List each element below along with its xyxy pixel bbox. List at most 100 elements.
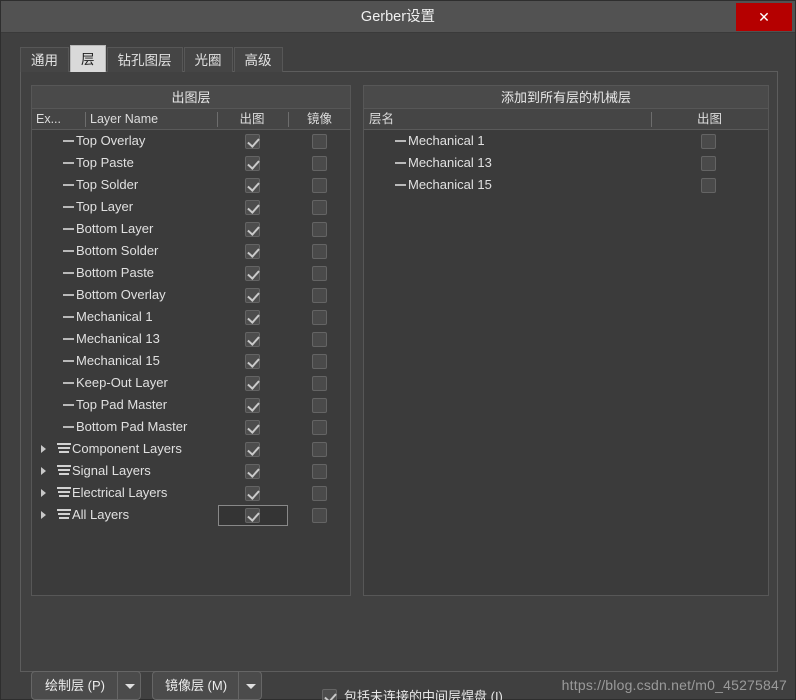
tab-4[interactable]: 高级 — [233, 47, 283, 72]
plot-checkbox[interactable] — [245, 310, 260, 325]
plot-checkbox[interactable] — [245, 464, 260, 479]
mirror-checkbox[interactable] — [312, 398, 327, 413]
plot-layers-button-label: 绘制层 (P) — [45, 678, 105, 693]
mirror-checkbox[interactable] — [312, 442, 327, 457]
tab-0[interactable]: 通用 — [20, 47, 69, 72]
tab-1[interactable]: 层 — [70, 45, 106, 72]
mirror-checkbox[interactable] — [312, 376, 327, 391]
layer-dash-icon — [63, 382, 74, 384]
table-row[interactable]: Bottom Overlay — [32, 284, 350, 306]
table-row[interactable]: Component Layers — [32, 438, 350, 460]
plot-checkbox[interactable] — [245, 134, 260, 149]
expand-triangle-icon[interactable] — [41, 489, 46, 497]
table-row[interactable]: Mechanical 13 — [32, 328, 350, 350]
table-row[interactable]: Mechanical 15 — [32, 350, 350, 372]
mirror-checkbox[interactable] — [312, 464, 327, 479]
close-icon[interactable]: ✕ — [736, 3, 792, 31]
column-divider[interactable] — [85, 112, 86, 127]
mirror-checkbox[interactable] — [312, 288, 327, 303]
layer-name-label: Mechanical 15 — [408, 177, 492, 192]
table-row[interactable]: Top Overlay — [32, 130, 350, 152]
table-row[interactable]: Bottom Layer — [32, 218, 350, 240]
mirror-checkbox[interactable] — [312, 200, 327, 215]
layer-name-label: Keep-Out Layer — [76, 375, 168, 390]
include-unconnected-pads-checkbox[interactable] — [322, 689, 337, 700]
plot-checkbox[interactable] — [245, 332, 260, 347]
gerber-setup-dialog: Gerber设置 ✕ 通用层钻孔图层 光圈 高级 出图层 Ex... Layer N… — [0, 0, 796, 700]
tab-2[interactable]: 钻孔图层 — [106, 47, 183, 72]
mirror-checkbox[interactable] — [312, 486, 327, 501]
table-row[interactable]: Bottom Solder — [32, 240, 350, 262]
table-row[interactable]: Bottom Pad Master — [32, 416, 350, 438]
expand-triangle-icon[interactable] — [41, 467, 46, 475]
table-row[interactable]: Bottom Paste — [32, 262, 350, 284]
mirror-checkbox[interactable] — [312, 354, 327, 369]
plot-checkbox[interactable] — [245, 354, 260, 369]
include-unconnected-pads-label: 包括未连接的中间层焊盘 (I) — [344, 689, 503, 700]
table-row[interactable]: Top Layer — [32, 196, 350, 218]
title-bar: Gerber设置 ✕ — [1, 1, 795, 33]
tab-3[interactable]: 光圈 — [183, 47, 233, 72]
plot-checkbox[interactable] — [245, 222, 260, 237]
plot-checkbox[interactable] — [701, 156, 716, 171]
table-row[interactable]: Mechanical 1 — [364, 130, 768, 152]
mirror-checkbox[interactable] — [312, 244, 327, 259]
mirror-checkbox[interactable] — [312, 156, 327, 171]
layer-dash-icon — [63, 272, 74, 274]
tab-page-layers: 出图层 Ex... Layer Name 出图 镜像 Top Overlay To… — [20, 71, 778, 700]
plot-checkbox[interactable] — [245, 442, 260, 457]
mirror-checkbox[interactable] — [312, 310, 327, 325]
table-row[interactable]: All Layers — [32, 504, 350, 526]
column-header-plot[interactable]: 出图 — [652, 109, 767, 130]
table-row[interactable]: Mechanical 15 — [364, 174, 768, 196]
plot-checkbox[interactable] — [245, 266, 260, 281]
plot-checkbox[interactable] — [701, 178, 716, 193]
plot-checkbox[interactable] — [245, 376, 260, 391]
mirror-checkbox[interactable] — [312, 508, 327, 523]
plot-checkbox[interactable] — [245, 156, 260, 171]
layer-dash-icon — [63, 404, 74, 406]
plot-layers-dropdown-arrow-icon[interactable] — [117, 672, 140, 699]
mirror-layers-button[interactable]: 镜像层 (M) — [152, 671, 262, 700]
plot-checkbox[interactable] — [245, 244, 260, 259]
window-title: Gerber设置 — [360, 9, 436, 25]
plot-checkbox[interactable] — [245, 398, 260, 413]
table-row[interactable]: Top Pad Master — [32, 394, 350, 416]
watermark-text: https://blog.csdn.net/m0_45275847 — [561, 677, 787, 693]
mirror-checkbox[interactable] — [312, 266, 327, 281]
plot-checkbox[interactable] — [245, 486, 260, 501]
layer-name-label: Mechanical 1 — [408, 133, 485, 148]
mirror-layers-dropdown-arrow-icon[interactable] — [238, 672, 261, 699]
layer-dash-icon — [63, 360, 74, 362]
table-row[interactable]: Top Paste — [32, 152, 350, 174]
column-header-exclude[interactable]: Ex... — [36, 109, 84, 130]
plot-checkbox[interactable] — [245, 420, 260, 435]
column-header-plot[interactable]: 出图 — [218, 109, 286, 130]
plot-layers-button[interactable]: 绘制层 (P) — [31, 671, 141, 700]
table-row[interactable]: Signal Layers — [32, 460, 350, 482]
plot-checkbox[interactable] — [245, 508, 260, 523]
plot-checkbox[interactable] — [245, 200, 260, 215]
column-header-layer-name[interactable]: Layer Name — [90, 109, 214, 130]
plot-checkbox[interactable] — [245, 178, 260, 193]
mirror-checkbox[interactable] — [312, 332, 327, 347]
layer-stack-icon — [57, 465, 71, 477]
mirror-checkbox[interactable] — [312, 222, 327, 237]
table-row[interactable]: Mechanical 13 — [364, 152, 768, 174]
mirror-checkbox[interactable] — [312, 420, 327, 435]
mechanical-layers-list: Mechanical 1 Mechanical 13 Mechanical 15 — [364, 130, 768, 196]
expand-triangle-icon[interactable] — [41, 445, 46, 453]
column-header-mirror[interactable]: 镜像 — [289, 109, 350, 130]
column-header-layer-name[interactable]: 层名 — [369, 109, 649, 130]
table-row[interactable]: Keep-Out Layer — [32, 372, 350, 394]
plot-layers-panel: 出图层 Ex... Layer Name 出图 镜像 Top Overlay To… — [31, 85, 351, 596]
mirror-checkbox[interactable] — [312, 134, 327, 149]
plot-checkbox[interactable] — [245, 288, 260, 303]
expand-triangle-icon[interactable] — [41, 511, 46, 519]
mirror-checkbox[interactable] — [312, 178, 327, 193]
plot-checkbox[interactable] — [701, 134, 716, 149]
table-row[interactable]: Top Solder — [32, 174, 350, 196]
table-row[interactable]: Electrical Layers — [32, 482, 350, 504]
layer-dash-icon — [63, 206, 74, 208]
table-row[interactable]: Mechanical 1 — [32, 306, 350, 328]
